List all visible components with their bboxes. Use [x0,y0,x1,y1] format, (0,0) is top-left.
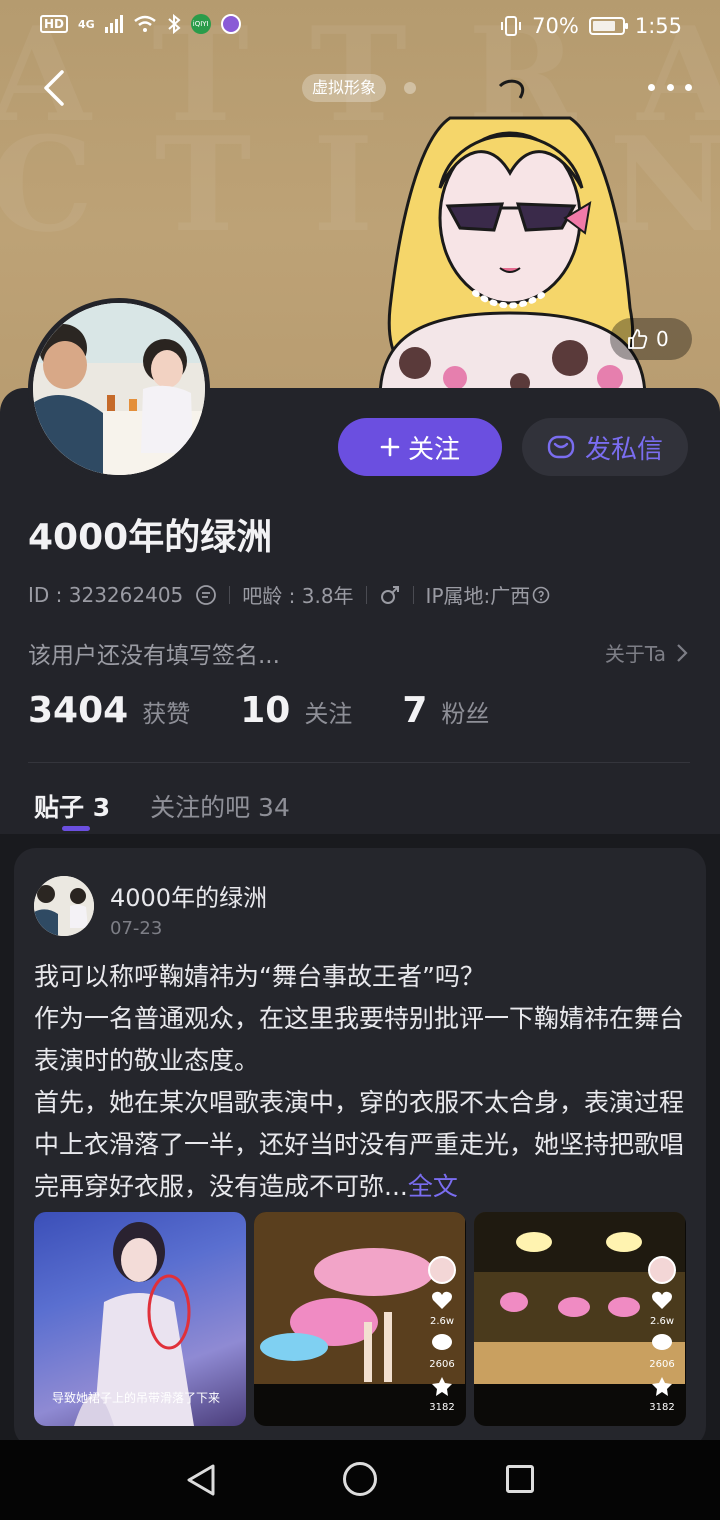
section-divider [28,762,690,763]
wifi-icon [133,15,156,32]
post-date: 07-23 [110,918,163,939]
signal-icon [104,15,123,33]
stat-value: 3404 [28,690,129,731]
male-gender-icon [380,585,399,604]
stat-value: 7 [402,690,428,731]
stat-label: 粉丝 [441,700,490,728]
video-like-count: 2.6w [429,1316,455,1327]
about-label: 关于Ta [604,642,666,666]
nav-recents-icon[interactable] [506,1465,534,1493]
stat-label: 获赞 [142,700,191,728]
user-id: ID : 323262405 [28,582,184,607]
meta-divider [412,585,414,604]
username: 4000年的绿洲 [28,517,273,558]
post-line: 首先，她在某次唱歌表演中，穿的衣服不太合身，表演过程中上衣滑落了一半，还好当时没… [34,1088,685,1201]
stat-label: 关注 [304,700,353,728]
star-icon[interactable] [431,1376,453,1396]
system-nav-bar [0,1440,720,1520]
uploader-avatar[interactable] [648,1256,676,1284]
avatar-photo [33,303,205,475]
chevron-right-icon [677,643,688,662]
user-avatar[interactable] [28,298,210,480]
comment-icon[interactable] [431,1333,453,1353]
stat-value: 10 [240,690,291,731]
uploader-avatar[interactable] [428,1256,456,1284]
copy-id-icon[interactable] [195,584,217,606]
post-images: 导致她裙子上的吊带滑落了下来 2.6w 2606 3182 2.6w 2606 … [34,1212,686,1426]
video-favorite-count: 3182 [429,1402,455,1413]
video-favorite-count: 3182 [649,1402,675,1413]
video-side-actions: 2.6w 2606 3182 [648,1256,676,1413]
post-line-last: 首先，她在某次唱歌表演中，穿的衣服不太合身，表演过程中上衣滑落了一半，还好当时没… [34,1082,694,1208]
stat-following[interactable]: 10 关注 [240,690,352,731]
post-body[interactable]: 我可以称呼鞠婧祎为“舞台事故王者”吗？ 作为一名普通观众，在这里我要特别批评一下… [34,956,694,1208]
help-icon[interactable] [532,586,550,604]
hd-icon: HD [40,15,69,33]
back-button[interactable] [38,66,78,110]
ip-location: IP属地:广西 [425,584,531,608]
video-like-count: 2.6w [649,1316,675,1327]
video-comment-count: 2606 [649,1359,675,1370]
battery-percent: 70% [532,14,579,38]
message-label: 发私信 [584,434,663,465]
tab-followed-bars[interactable]: 关注的吧 34 [150,788,290,824]
vibrate-icon [501,16,522,36]
user-signature: 该用户还没有填写签名... [28,643,280,669]
more-options-button[interactable] [648,72,692,102]
message-icon [547,435,575,459]
video-comment-count: 2606 [429,1359,455,1370]
post-image[interactable]: 导致她裙子上的吊带滑落了下来 [34,1212,246,1426]
meta-divider [229,585,231,604]
post-video[interactable]: 2.6w 2606 3182 [474,1212,686,1426]
post-line: 作为一名普通观众，在这里我要特别批评一下鞠婧祎在舞台表演时的敬业态度。 [34,1004,685,1075]
nav-home-icon[interactable] [343,1462,377,1496]
post-author-avatar[interactable] [34,876,94,936]
post-card[interactable]: 4000年的绿洲 07-23 我可以称呼鞠婧祎为“舞台事故王者”吗？ 作为一名普… [14,848,706,1448]
virtual-avatar-chip[interactable]: 虚拟形象 [302,74,387,102]
user-stats: 3404 获赞 10 关注 7 粉丝 [28,690,539,731]
profile-tabs: 贴子 3 关注的吧 34 [34,788,290,831]
image-caption: 导致她裙子上的吊带滑落了下来 [52,1391,221,1405]
stat-likes: 3404 获赞 [28,690,190,731]
star-icon[interactable] [651,1376,673,1396]
network-type: 4G [78,17,95,31]
stat-followers[interactable]: 7 粉丝 [402,690,489,731]
about-link[interactable]: 关于Ta [605,638,688,667]
follow-label: 关注 [407,434,460,465]
tab-posts[interactable]: 贴子 3 [34,788,110,831]
video-side-actions: 2.6w 2606 3182 [428,1256,456,1413]
bluetooth-icon [168,14,181,34]
meta-divider [365,585,367,604]
chip-indicator-dot [404,82,416,94]
iqiyi-app-icon: iQIYI [190,14,211,34]
status-bar: HD 4G iQIYI 70% 1:55 [0,0,720,56]
read-more-link[interactable]: 全文 [408,1172,458,1201]
nav-back-icon[interactable] [185,1463,217,1497]
battery-icon [588,17,628,35]
avatar-like-button[interactable]: 0 [610,318,692,360]
post-video[interactable]: 2.6w 2606 3182 [254,1212,466,1426]
thumbs-up-icon [628,329,648,349]
post-author-name[interactable]: 4000年的绿洲 [110,878,267,913]
heart-icon[interactable] [431,1290,453,1310]
comment-icon[interactable] [651,1333,673,1353]
post-line: 我可以称呼鞠婧祎为“舞台事故王者”吗？ [34,962,485,991]
heart-icon[interactable] [651,1290,673,1310]
avatar-photo [34,876,94,936]
send-message-button[interactable]: 发私信 [522,418,688,476]
clock: 1:55 [634,14,682,38]
follow-button[interactable]: 关注 [338,418,502,476]
avatar-like-count: 0 [656,327,669,351]
tieba-age: 吧龄 : 3.8年 [242,584,354,608]
tieba-app-icon [220,14,241,34]
plus-icon [380,437,400,457]
profile-meta-row: ID : 323262405 吧龄 : 3.8年 IP属地:广西 [28,580,550,609]
